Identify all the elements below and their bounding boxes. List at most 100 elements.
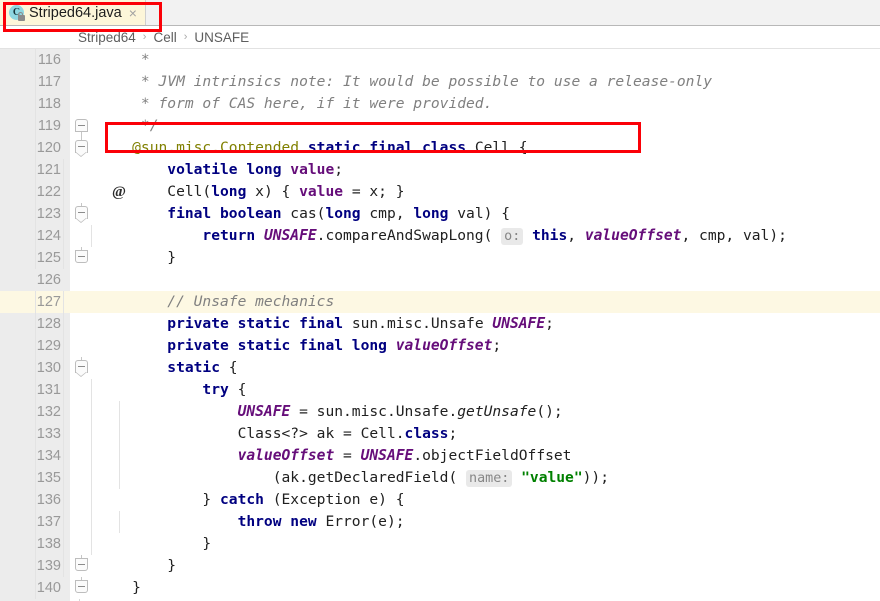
- fold-cell[interactable]: [70, 115, 94, 137]
- code-token-pln: Error(e);: [325, 513, 405, 530]
- fold-cell[interactable]: [70, 357, 94, 379]
- code-line[interactable]: 123 final boolean cas(long cmp, long val…: [0, 203, 880, 225]
- code-line[interactable]: 132 UNSAFE = sun.misc.Unsafe.getUnsafe()…: [0, 401, 880, 423]
- indent-guide: [119, 511, 120, 533]
- code-text: } catch (Exception e) {: [35, 489, 880, 511]
- indent-guide: [63, 335, 64, 357]
- code-text: }: [35, 577, 880, 599]
- annotation-marker-icon[interactable]: @: [112, 181, 126, 203]
- fold-cell[interactable]: [70, 313, 94, 335]
- code-line[interactable]: 130 static {: [0, 357, 880, 379]
- code-token-hint: name:: [466, 470, 513, 487]
- code-line[interactable]: 118 * form of CAS here, if it were provi…: [0, 93, 880, 115]
- code-line[interactable]: 139 }: [0, 555, 880, 577]
- code-token-pln: sun.misc.Unsafe: [351, 315, 493, 332]
- indent-guide: [63, 225, 64, 247]
- code-line[interactable]: 126: [0, 269, 880, 291]
- indent-guide: [35, 401, 36, 423]
- code-line[interactable]: 116 *: [0, 49, 880, 71]
- fold-cell[interactable]: [70, 335, 94, 357]
- fold-cell[interactable]: @: [70, 181, 126, 203]
- code-line[interactable]: 124 return UNSAFE.compareAndSwapLong( o:…: [0, 225, 880, 247]
- code-line[interactable]: 134 valueOffset = UNSAFE.objectFieldOffs…: [0, 445, 880, 467]
- code-line[interactable]: 128 private static final sun.misc.Unsafe…: [0, 313, 880, 335]
- code-line[interactable]: 135 (ak.getDeclaredField( name: "value")…: [0, 467, 880, 489]
- indent-guide: [91, 533, 92, 555]
- indent-guide: [35, 247, 36, 269]
- indent-guide: [63, 159, 64, 181]
- code-token-kw: static: [97, 359, 229, 376]
- code-token-pln: {: [237, 381, 247, 398]
- code-line[interactable]: 125 }: [0, 247, 880, 269]
- indent-guide: [119, 401, 120, 423]
- code-token-pln: (Exception e) {: [272, 491, 405, 508]
- editor-tab-label: Striped64.java: [29, 4, 122, 21]
- fold-cell[interactable]: [70, 93, 94, 115]
- code-line[interactable]: 137 throw new Error(e);: [0, 511, 880, 533]
- code-line[interactable]: 129 private static final long valueOffse…: [0, 335, 880, 357]
- breadcrumb-item-field[interactable]: UNSAFE: [194, 30, 249, 45]
- code-token-pln: cmp,: [369, 205, 414, 222]
- code-token-anno: @sun.misc.Contended: [97, 139, 308, 156]
- code-line[interactable]: 140 }: [0, 577, 880, 599]
- indent-guide: [63, 489, 64, 511]
- code-token-fld: valueOffset: [395, 337, 493, 354]
- code-token-kw: static final class: [307, 139, 475, 156]
- indent-guide: [35, 313, 36, 335]
- indent-guide: [35, 203, 36, 225]
- code-token-pln: {: [228, 359, 238, 376]
- indent-guide: [63, 533, 64, 555]
- code-token-pln: (ak.getDeclaredField(: [97, 469, 467, 486]
- code-editor[interactable]: 116 * 117 * JVM intrinsics note: It woul…: [0, 49, 880, 601]
- indent-guide: [63, 467, 64, 489]
- editor-tab-striped64[interactable]: C Striped64.java ×: [0, 0, 146, 25]
- code-text: */: [35, 115, 880, 137]
- indent-guide: [119, 445, 120, 467]
- breadcrumb-item-inner-class[interactable]: Cell: [153, 30, 176, 45]
- code-line[interactable]: 121 volatile long value;: [0, 159, 880, 181]
- fold-cell[interactable]: [70, 49, 94, 71]
- code-line[interactable]: 136 } catch (Exception e) {: [0, 489, 880, 511]
- code-text: static {: [35, 357, 880, 379]
- code-line[interactable]: 131 try {: [0, 379, 880, 401]
- code-token-pln: .objectFieldOffset: [413, 447, 572, 464]
- fold-cell[interactable]: [70, 269, 94, 291]
- code-token-kw: final boolean: [97, 205, 291, 222]
- indent-guide: [91, 445, 92, 467]
- code-line[interactable]: 133 Class<?> ak = Cell.class;: [0, 423, 880, 445]
- code-text: return UNSAFE.compareAndSwapLong( o: thi…: [35, 225, 880, 247]
- code-line[interactable]: 138 }: [0, 533, 880, 555]
- code-line[interactable]: 127 // Unsafe mechanics: [0, 291, 880, 313]
- code-token-pln: Cell {: [474, 139, 528, 156]
- fold-cell[interactable]: [70, 137, 94, 159]
- fold-cell[interactable]: [70, 577, 94, 599]
- fold-cell[interactable]: [70, 291, 94, 313]
- fold-cell[interactable]: [70, 71, 94, 93]
- fold-cell[interactable]: [70, 247, 94, 269]
- indent-guide: [35, 555, 36, 577]
- code-line[interactable]: 119 */: [0, 115, 880, 137]
- indent-guide: [35, 511, 36, 533]
- close-icon[interactable]: ×: [127, 6, 137, 20]
- indent-guide: [63, 511, 64, 533]
- code-token-fld: valueOffset: [97, 447, 344, 464]
- code-token-pln: x) {: [255, 183, 300, 200]
- breadcrumb-item-class[interactable]: Striped64: [78, 30, 136, 45]
- fold-cell[interactable]: [70, 159, 94, 181]
- code-token-kw: private static final long: [97, 337, 396, 354]
- code-token-kw: long: [325, 205, 370, 222]
- code-token-pln: Class<?> ak = Cell.: [97, 425, 405, 442]
- code-text: Class<?> ak = Cell.class;: [35, 423, 880, 445]
- code-token-pln: ));: [582, 469, 609, 486]
- code-line[interactable]: 122 @ Cell(long x) { value = x; }: [0, 181, 880, 203]
- indent-guide: [91, 467, 92, 489]
- code-token-pln: }: [97, 249, 177, 266]
- editor-tab-bar: C Striped64.java ×: [0, 0, 880, 26]
- fold-cell[interactable]: [70, 555, 94, 577]
- indent-guide: [119, 467, 120, 489]
- indent-guide: [35, 137, 36, 159]
- indent-guide: [63, 247, 64, 269]
- code-line[interactable]: 117 * JVM intrinsics note: It would be p…: [0, 71, 880, 93]
- code-line[interactable]: 120 @sun.misc.Contended static final cla…: [0, 137, 880, 159]
- fold-cell[interactable]: [70, 203, 94, 225]
